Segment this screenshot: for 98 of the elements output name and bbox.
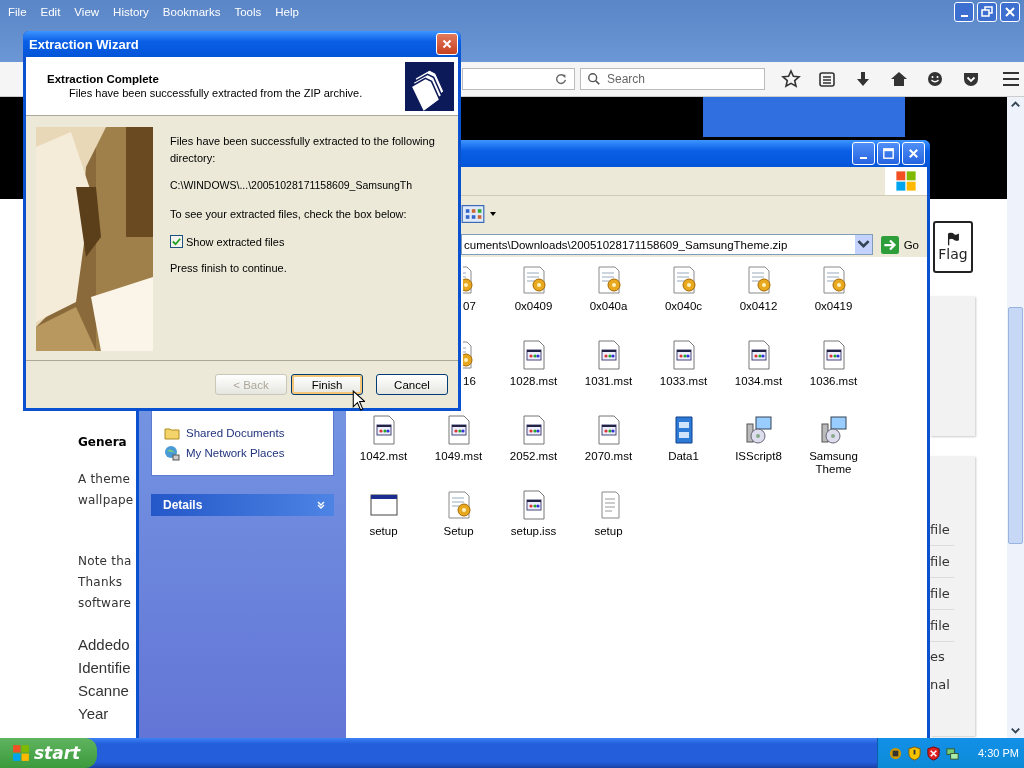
minimize-button[interactable]: [852, 142, 875, 165]
menu-item[interactable]: View: [74, 6, 100, 18]
menu-item[interactable]: Tools: [234, 6, 262, 18]
wizard-button[interactable]: Cancel: [376, 374, 448, 395]
close-icon: [906, 146, 921, 161]
wizard-heading: Extraction Complete: [47, 73, 160, 85]
home-icon[interactable]: [889, 69, 909, 89]
address-field[interactable]: cuments\Downloads\20051028171158609_SamsungTheme.zip: [461, 234, 873, 255]
dropdown-icon: [489, 210, 497, 218]
menu-icon[interactable]: [1001, 69, 1021, 89]
menu-item[interactable]: Help: [275, 6, 299, 18]
task-link[interactable]: Shared Documents: [164, 425, 333, 441]
views-button[interactable]: [461, 204, 497, 224]
maximize-button[interactable]: [877, 142, 900, 165]
explorer-entry[interactable]: 1034.mst: [721, 337, 796, 412]
clock: 4:30 PM: [978, 747, 1019, 759]
wizard-button[interactable]: Finish: [291, 374, 363, 395]
explorer-entry[interactable]: Data1: [646, 412, 721, 487]
checkmark-icon: [171, 236, 182, 247]
restore-icon: [979, 4, 995, 20]
explorer-entry[interactable]: 0x040c: [646, 262, 721, 337]
explorer-entry[interactable]: 1031.mst: [571, 337, 646, 412]
paragraph-text: A theme: [78, 471, 132, 488]
minimize-button[interactable]: [954, 2, 974, 22]
explorer-entry[interactable]: 1028.mst: [496, 337, 571, 412]
menu-item[interactable]: Bookmarks: [162, 6, 221, 18]
paragraph-text: Addedo: [78, 635, 131, 655]
wizard-subheading: Files have been successfully extracted from the ZIP archive.: [68, 87, 364, 99]
explorer-entry[interactable]: 0x0409: [496, 262, 571, 337]
arrow-icon: [880, 235, 899, 254]
list-item-text: es: [930, 648, 946, 666]
paragraph-text: software: [78, 595, 133, 612]
window-title: Extraction Wizard: [29, 36, 139, 52]
explorer-entry[interactable]: 1049.mst: [421, 412, 496, 487]
explorer-entry[interactable]: 1033.mst: [646, 337, 721, 412]
paragraph-text: Scanne: [78, 681, 130, 701]
address-field[interactable]: [462, 68, 575, 90]
body-text: Press finish to continue.: [170, 261, 288, 276]
explorer-entry[interactable]: 2070.mst: [571, 412, 646, 487]
explorer-entry[interactable]: 0x0419: [796, 262, 871, 337]
folders-icon: [405, 61, 454, 111]
paragraph-text: Thanks: [78, 574, 124, 591]
close-button[interactable]: [902, 142, 925, 165]
path-text: C:\WINDOWS\...\20051028171158609_SamsungTh: [170, 179, 414, 191]
tray-icon[interactable]: [888, 745, 903, 761]
minimize-icon: [960, 15, 968, 17]
explorer-entry[interactable]: setup.iss: [496, 487, 571, 562]
list-item-text: nal: [930, 676, 951, 694]
search-icon: [587, 72, 601, 86]
go-button[interactable]: Go: [876, 235, 923, 254]
scrollbar[interactable]: [1007, 97, 1024, 738]
close-icon: [440, 37, 454, 51]
explorer-entry[interactable]: 0x040a: [571, 262, 646, 337]
explorer-entry[interactable]: 1042.mst: [346, 412, 421, 487]
explorer-entry[interactable]: setup: [346, 487, 421, 562]
explorer-entry[interactable]: 2052.mst: [496, 412, 571, 487]
paragraph-text: Year: [78, 704, 110, 724]
paragraph-text: Identifie: [78, 658, 132, 678]
chevron-icon: [316, 500, 326, 510]
maximize-icon: [881, 146, 896, 161]
menu-item[interactable]: Edit: [40, 6, 61, 18]
explorer-entry[interactable]: 1036.mst: [796, 337, 871, 412]
dropdown-button[interactable]: [854, 235, 872, 254]
close-button[interactable]: [436, 33, 458, 55]
shield-icon[interactable]: [926, 745, 941, 761]
windows-flag-icon: [12, 744, 30, 762]
menu-item[interactable]: History: [113, 6, 149, 18]
folder-icon: [164, 425, 180, 441]
explorer-entry[interactable]: Samsung Theme: [796, 412, 871, 487]
smiley-icon[interactable]: [925, 69, 945, 89]
close-button[interactable]: [1000, 2, 1020, 22]
scroll-thumb[interactable]: [1008, 307, 1023, 544]
paragraph-text: Note tha: [78, 553, 133, 570]
star-icon[interactable]: [781, 69, 801, 89]
reading-list-icon[interactable]: [817, 69, 837, 89]
menu-item[interactable]: File: [8, 6, 27, 18]
network-icon[interactable]: [945, 745, 960, 761]
restore-button[interactable]: [977, 2, 997, 22]
paragraph-text: Genera: [78, 434, 128, 451]
task-link[interactable]: My Network Places: [164, 445, 333, 461]
explorer-entry[interactable]: ISScript8: [721, 412, 796, 487]
minimize-icon: [860, 156, 867, 159]
explorer-entry[interactable]: setup: [571, 487, 646, 562]
views-icon: [461, 204, 485, 224]
search-field[interactable]: Search: [580, 68, 765, 90]
show-files-checkbox[interactable]: Show extracted files: [170, 235, 452, 248]
mouse-cursor-icon: [352, 390, 365, 411]
paragraph-text: wallpape: [78, 492, 135, 509]
reload-icon[interactable]: [554, 72, 568, 86]
flag-button[interactable]: Flag: [933, 221, 973, 273]
details-header[interactable]: Details: [151, 494, 334, 516]
explorer-entry[interactable]: Setup: [421, 487, 496, 562]
explorer-entry[interactable]: 0x0412: [721, 262, 796, 337]
body-text: To see your extracted files, check the box below:: [170, 207, 408, 222]
globe-computer-icon: [164, 445, 180, 461]
flag-icon: [946, 232, 960, 246]
body-text: Files have been successfully extracted to the following directory:: [170, 134, 436, 166]
windows-logo-icon: [895, 170, 917, 192]
